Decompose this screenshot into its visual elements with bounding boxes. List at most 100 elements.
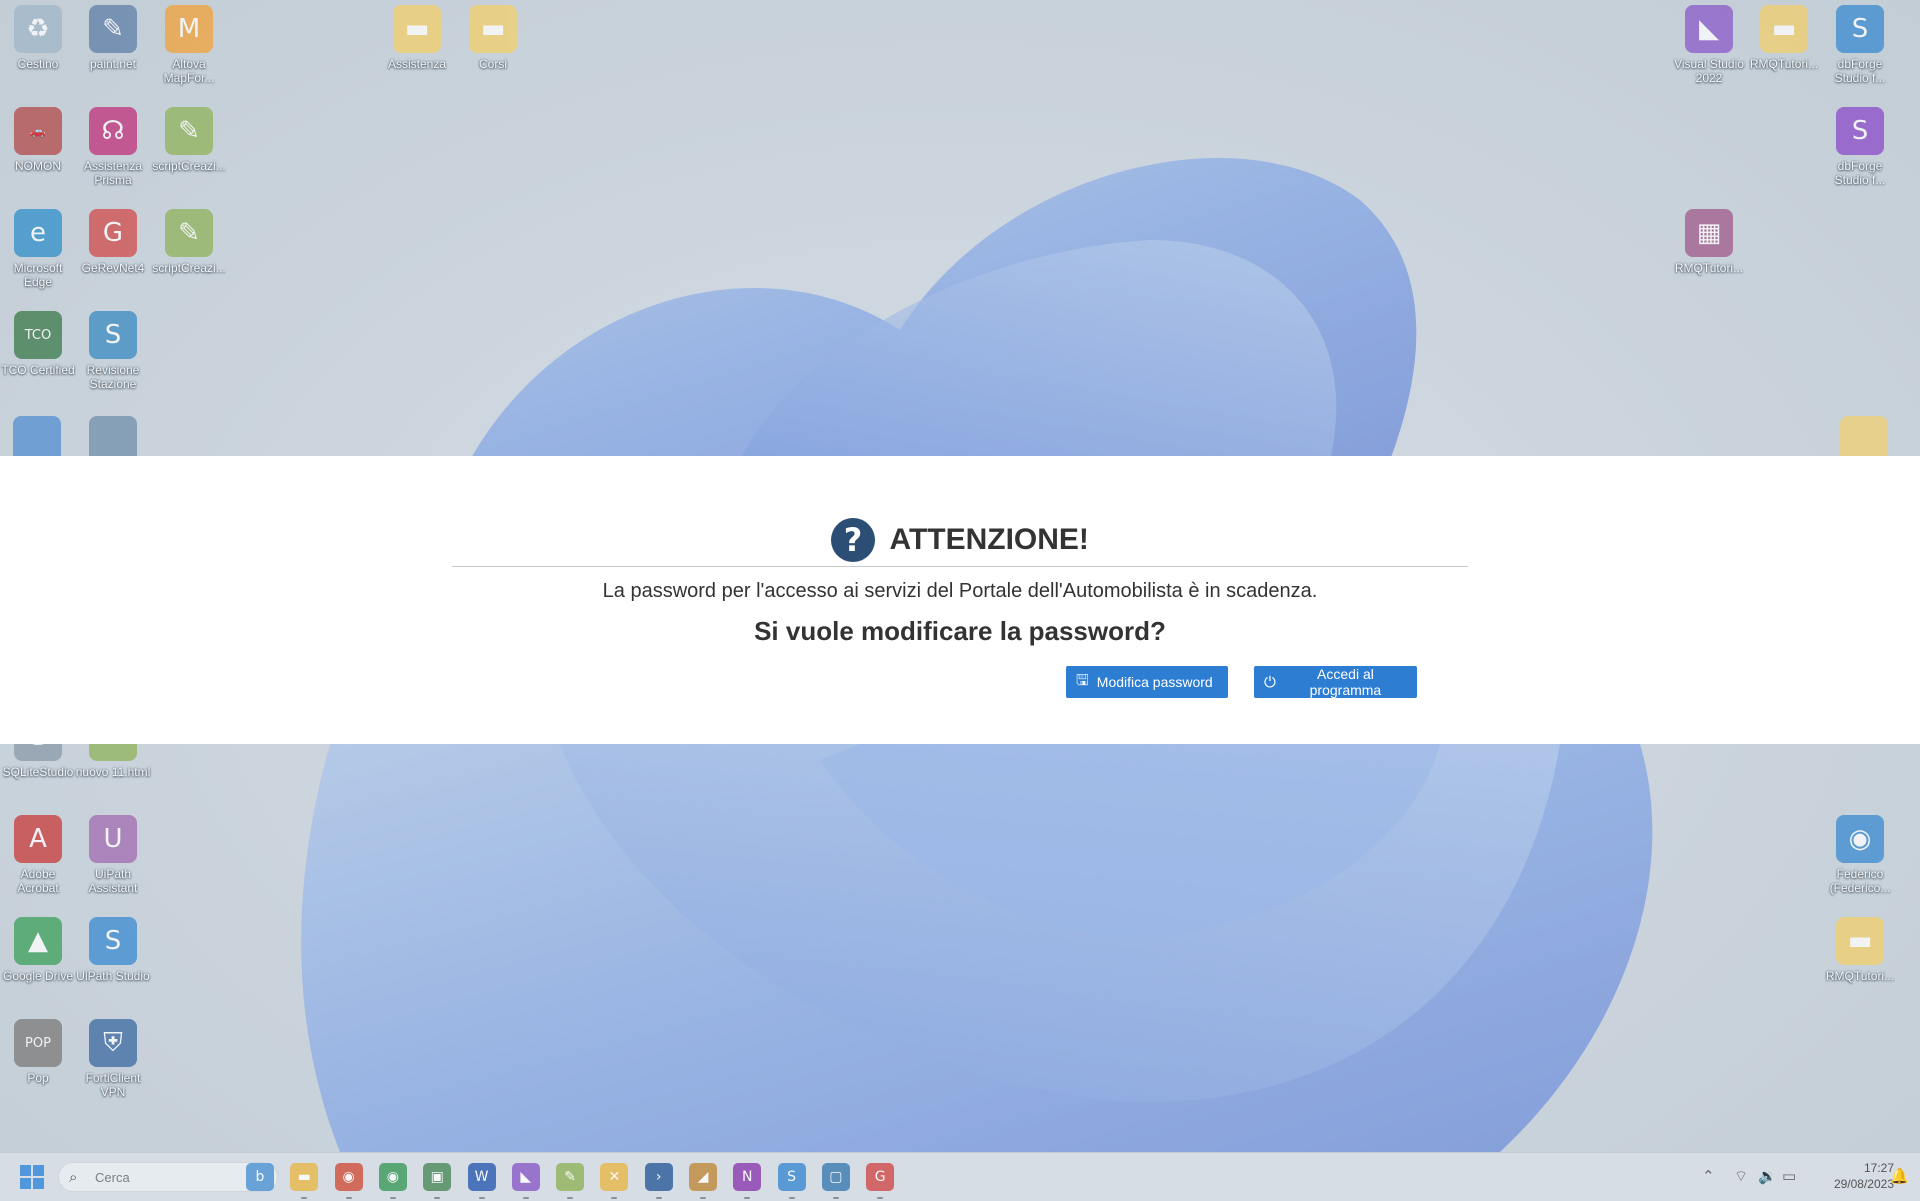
- desktop-shortcut[interactable]: ☊ Assistenza Prisma: [75, 107, 151, 187]
- desktop-shortcut[interactable]: ✎ scriptCreazi...: [151, 209, 227, 275]
- desktop-shortcut-label: Federico (Federico...: [1829, 867, 1891, 895]
- desktop-shortcut[interactable]: S Revisione Stazione: [75, 311, 151, 391]
- desktop-shortcut[interactable]: ◉ Federico (Federico...: [1822, 815, 1898, 895]
- battery-icon[interactable]: ▭: [1782, 1167, 1796, 1185]
- desktop-shortcut[interactable]: ▬ Assistenza: [379, 5, 455, 71]
- notification-bell-icon[interactable]: 🔔: [1890, 1167, 1909, 1185]
- desktop-shortcut[interactable]: SdbForge Studio f...: [1822, 107, 1898, 187]
- onenote-icon[interactable]: N: [733, 1163, 762, 1191]
- desktop-shortcut[interactable]: ▦ RMQTutori...: [1671, 209, 1747, 275]
- file-explorer-icon[interactable]: ▬: [290, 1163, 319, 1191]
- tco-certified-icon: TCO: [14, 311, 62, 359]
- desktop-shortcut-label: Google Drive: [2, 969, 74, 983]
- uipath-studio-icon[interactable]: S: [777, 1163, 806, 1191]
- desktop-shortcut-label: TCO Certified: [1, 363, 75, 377]
- modify-password-button[interactable]: 🖫 Modifica password: [1066, 666, 1228, 698]
- winrar-icon: ▦: [1685, 209, 1733, 257]
- folder-icon: ▬: [469, 5, 517, 53]
- running-indicator: [434, 1197, 441, 1199]
- chrome-profile-icon: ◉: [1836, 815, 1884, 863]
- desktop-shortcut[interactable]: 🚗 NOMON: [0, 107, 76, 173]
- taskbar-clock[interactable]: 17:27 29/08/2023: [1834, 1160, 1894, 1192]
- recycle-bin-icon: ♻: [14, 5, 62, 53]
- desktop-shortcut-label: Cestino: [17, 57, 59, 71]
- window-app-icon[interactable]: ▢: [821, 1163, 850, 1191]
- chrome-icon[interactable]: [13, 416, 61, 456]
- desktop-shortcut[interactable]: ⛨ FortiClient VPN: [75, 1019, 151, 1099]
- save-icon: 🖫: [1076, 670, 1089, 689]
- copilot-icon[interactable]: b: [246, 1163, 274, 1191]
- taskbar-search-box[interactable]: ⌕ Cerca: [58, 1162, 278, 1192]
- running-indicator: [788, 1197, 795, 1199]
- folder-icon[interactable]: [1840, 416, 1888, 456]
- desktop-shortcut[interactable]: POP Pop: [0, 1019, 76, 1085]
- desktop-shortcut[interactable]: ▲ Google Drive: [0, 917, 76, 983]
- desktop-shortcut[interactable]: TCO TCO Certified: [0, 311, 76, 377]
- dbforge-icon: S: [1836, 107, 1884, 155]
- desktop-shortcut-label: Visual Studio 2022: [1674, 57, 1744, 85]
- desktop-shortcut[interactable]: ✎ paint.net: [75, 5, 151, 71]
- start-button[interactable]: [20, 1165, 44, 1189]
- folder-icon: ▬: [1760, 5, 1808, 53]
- search-placeholder: Cerca: [95, 1170, 130, 1185]
- desktop-shortcut[interactable]: ✎ scriptCreazi...: [151, 107, 227, 173]
- window-app-icon[interactable]: [89, 416, 137, 456]
- folder-icon: ▬: [1836, 917, 1884, 965]
- wifi-icon[interactable]: ⌔: [1734, 1167, 1748, 1186]
- word-icon[interactable]: W: [467, 1163, 496, 1191]
- chrome-icon[interactable]: ◉: [378, 1163, 407, 1191]
- windows-logo-icon: [20, 1165, 31, 1176]
- running-indicator: [744, 1197, 751, 1199]
- desktop-shortcut[interactable]: S UiPath Studio: [75, 917, 151, 983]
- dialog-message: La password per l'accesso ai servizi del…: [602, 580, 1318, 602]
- windows-logo-pane: [33, 1178, 44, 1189]
- desktop-shortcut-label: Altova MapFor...: [163, 57, 215, 85]
- tool-icon[interactable]: ✕: [600, 1163, 629, 1191]
- desktop-shortcut[interactable]: U UiPath Assistant: [75, 815, 151, 895]
- desktop-shortcut[interactable]: ▬ RMQTutori...: [1746, 5, 1822, 71]
- edge-icon: e: [14, 209, 62, 257]
- desktop-shortcut-label: nuovo 11.html: [75, 765, 151, 779]
- desktop-shortcut-label: scriptCreazi...: [152, 261, 226, 275]
- altova-mapforce-icon: M: [165, 5, 213, 53]
- volume-icon[interactable]: 🔉: [1758, 1167, 1777, 1185]
- desktop-shortcut-label: Revisione Stazione: [86, 363, 140, 391]
- taskbar: ⌕ Cerca b ▬ ◉ ◉ ▣ W ◣ ✎ ✕ › ◢ N S ▢ G ⌃ ⌔ 🔉 ▭ 17:27 29…: [0, 1152, 1920, 1201]
- desktop-shortcut-label: paint.net: [89, 57, 137, 71]
- running-indicator: [478, 1197, 485, 1199]
- powershell-icon[interactable]: ›: [644, 1163, 673, 1191]
- script-file-icon: ✎: [165, 209, 213, 257]
- desktop-shortcut[interactable]: ◣ Visual Studio 2022: [1671, 5, 1747, 85]
- dialog-question: Si vuole modificare la password?: [754, 616, 1166, 646]
- desktop-shortcut-label: RMQTutori...: [1674, 261, 1744, 275]
- windows-logo-pane: [20, 1178, 31, 1189]
- desktop-shortcut[interactable]: SdbForge Studio f...: [1822, 5, 1898, 85]
- question-icon: ?: [831, 518, 876, 562]
- notepad-icon[interactable]: ✎: [556, 1163, 585, 1191]
- desktop-shortcut-label: dbForge Studio f...: [1834, 159, 1886, 187]
- desktop-shortcut-label: Adobe Acrobat: [17, 867, 59, 895]
- gerevnet-icon[interactable]: G: [866, 1163, 895, 1191]
- desktop-shortcut-label: Microsoft Edge: [13, 261, 63, 289]
- desktop-shortcut-label: RMQTutori...: [1825, 969, 1895, 983]
- desktop-shortcut[interactable]: ♻ Cestino: [0, 5, 76, 71]
- paint-icon[interactable]: ◢: [689, 1163, 717, 1191]
- desktop-shortcut[interactable]: M Altova MapFor...: [151, 5, 227, 85]
- desktop-shortcut[interactable]: A Adobe Acrobat: [0, 815, 76, 895]
- acrobat-icon: A: [14, 815, 62, 863]
- show-hidden-icons-chevron-icon[interactable]: ⌃: [1702, 1167, 1715, 1185]
- search-icon: ⌕: [69, 1168, 78, 1186]
- desktop-shortcut[interactable]: ▬ Corsi: [455, 5, 531, 71]
- remote-desktop-icon[interactable]: ▣: [423, 1163, 452, 1191]
- desktop-shortcut[interactable]: ▬ RMQTutori...: [1822, 917, 1898, 983]
- desktop-shortcut-label: scriptCreazi...: [152, 159, 226, 173]
- login-program-button[interactable]: ⏻ Accedi al programma: [1254, 666, 1417, 698]
- desktop-shortcut-label: SQLiteStudio: [2, 765, 74, 779]
- chrome-icon[interactable]: ◉: [334, 1163, 363, 1191]
- clock-date: 29/08/2023: [1833, 1177, 1894, 1191]
- desktop-shortcut[interactable]: e Microsoft Edge: [0, 209, 76, 289]
- car-app-icon: 🚗: [14, 107, 62, 155]
- visual-studio-icon[interactable]: ◣: [511, 1163, 540, 1191]
- desktop-shortcut[interactable]: G GeRevNet4: [75, 209, 151, 275]
- running-indicator: [301, 1197, 308, 1199]
